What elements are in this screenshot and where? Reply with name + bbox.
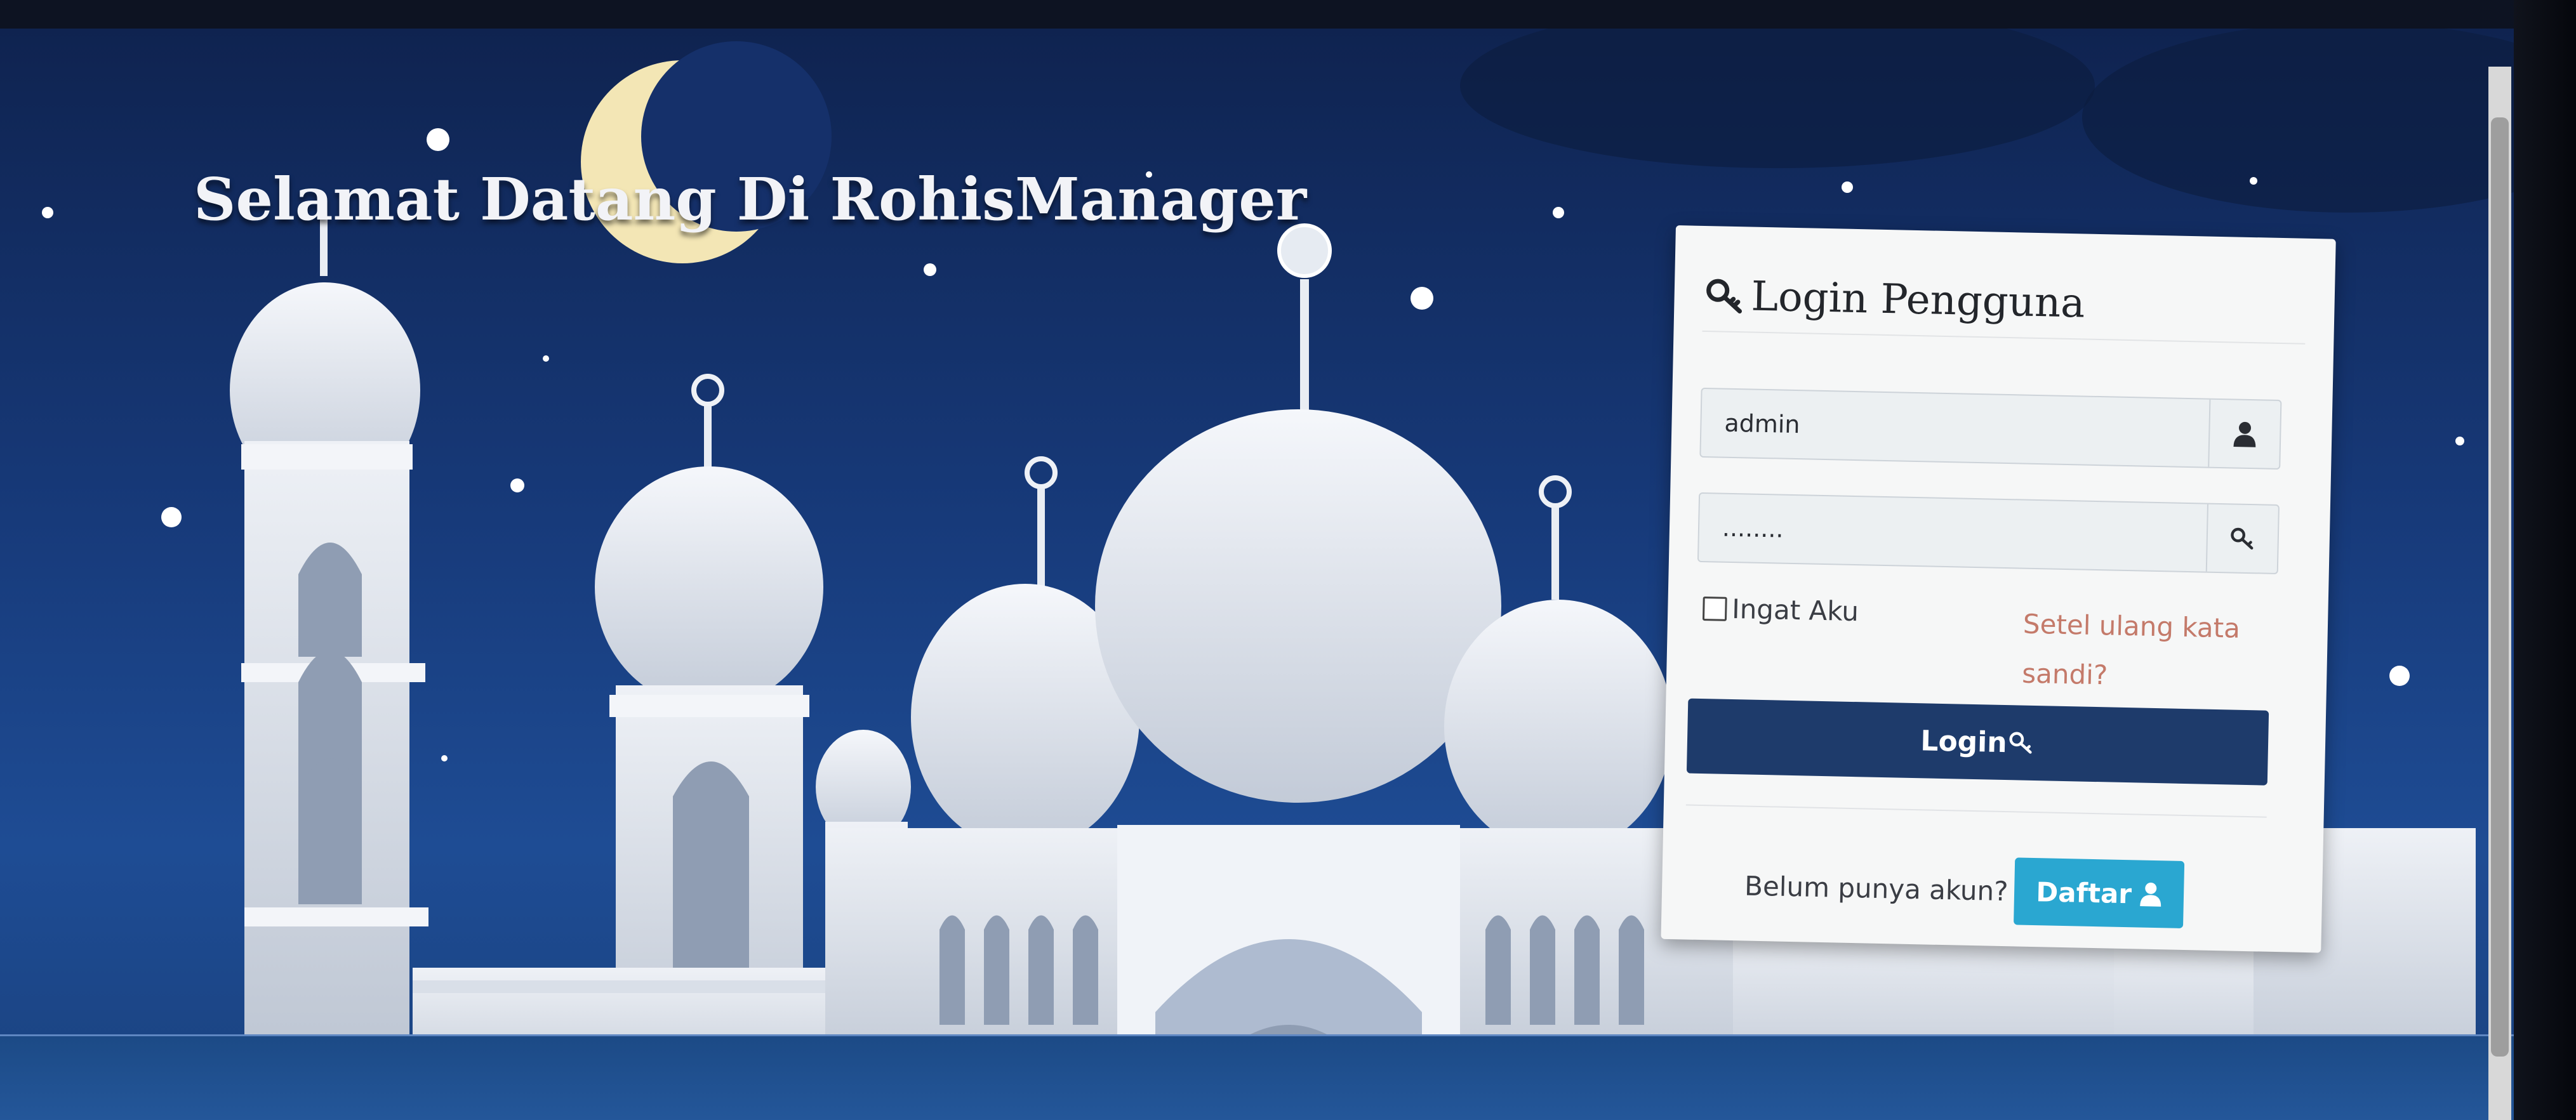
key-icon <box>2231 527 2254 550</box>
app-screen: Selamat Datang Di RohisManager Login Pen… <box>0 29 2514 1120</box>
signup-prompt: Belum punya akun? <box>1744 870 2009 907</box>
password-field[interactable] <box>1697 492 2280 574</box>
user-icon <box>2233 421 2256 447</box>
remember-checkbox[interactable] <box>1702 596 1727 621</box>
signup-row: Belum punya akun? Daftar <box>1744 852 2185 928</box>
login-card: Login Pengguna Ingat Aku <box>1661 225 2336 953</box>
login-button[interactable]: Login <box>1686 698 2269 786</box>
page-footer-bar <box>0 1034 2514 1120</box>
login-button-label: Login <box>1920 724 2008 759</box>
monitor-edge <box>2514 0 2576 1120</box>
page-scrollbar[interactable] <box>2488 67 2511 1120</box>
card-divider <box>1685 804 2267 818</box>
key-icon <box>2009 732 2032 754</box>
password-addon <box>2205 504 2278 573</box>
login-card-header: Login Pengguna <box>1702 260 2307 345</box>
username-addon <box>2208 399 2281 468</box>
welcome-title: Selamat Datang Di RohisManager <box>194 165 1307 234</box>
remember-me[interactable]: Ingat Aku <box>1702 593 1859 628</box>
remember-label: Ingat Aku <box>1731 593 1859 628</box>
scrollbar-thumb[interactable] <box>2491 117 2509 1057</box>
username-field[interactable] <box>1699 387 2282 470</box>
daftar-button-label: Daftar <box>2035 876 2132 909</box>
key-icon <box>1706 279 1743 313</box>
user-icon <box>2140 882 2161 907</box>
forgot-password-link[interactable]: Setel ulang kata sandi? <box>2022 600 2252 704</box>
username-input[interactable] <box>1701 388 2210 467</box>
password-input[interactable] <box>1698 493 2207 572</box>
daftar-button[interactable]: Daftar <box>2014 857 2185 928</box>
login-title: Login Pengguna <box>1750 273 2086 327</box>
